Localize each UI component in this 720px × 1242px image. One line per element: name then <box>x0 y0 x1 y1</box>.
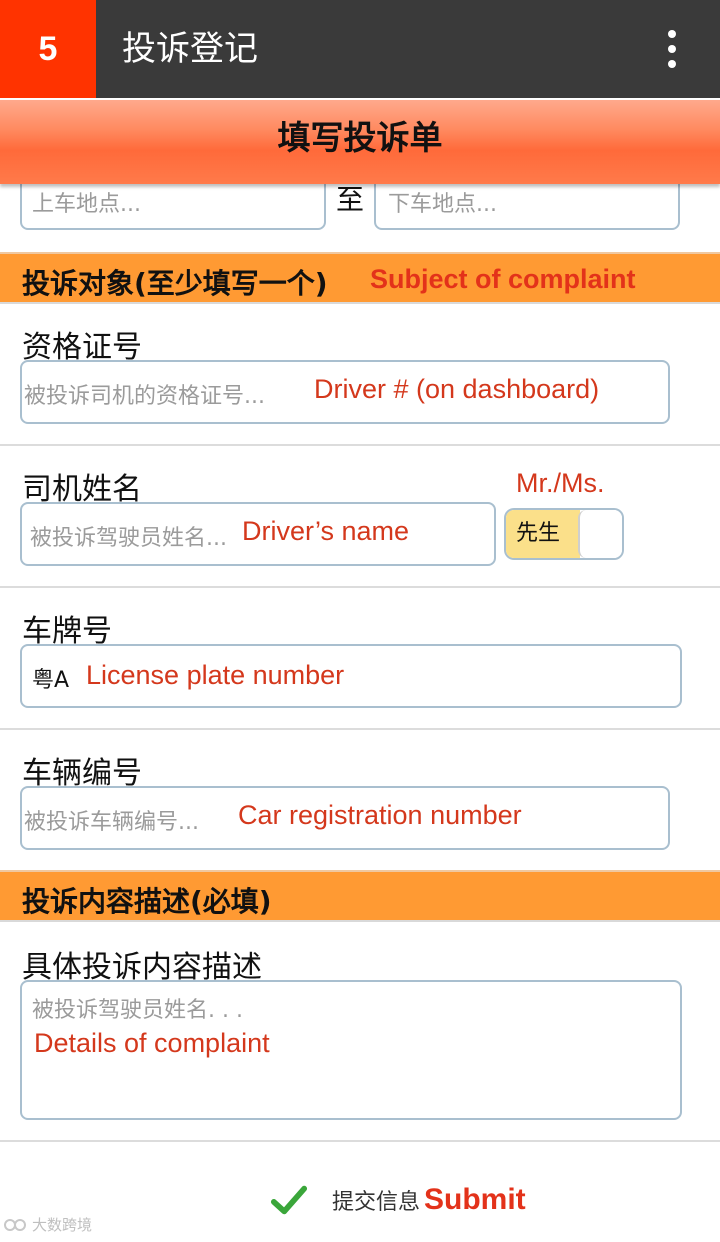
divider <box>0 728 720 730</box>
submit-label-en: Submit <box>424 1183 526 1216</box>
divider <box>0 586 720 588</box>
plate-input[interactable]: 粤A License plate number <box>20 644 682 708</box>
app-bar: 5 投诉登记 <box>0 0 720 98</box>
details-textarea[interactable]: 被投诉驾驶员姓名. . . Details of complaint <box>20 980 682 1120</box>
details-placeholder: 被投诉驾驶员姓名. . . <box>32 998 243 1023</box>
vehicle-number-placeholder: 被投诉车辆编号... <box>24 810 199 835</box>
qualification-input[interactable]: 被投诉司机的资格证号... Driver # (on dashboard) <box>20 360 670 424</box>
form-header: 填写投诉单 <box>0 100 720 184</box>
driver-name-placeholder: 被投诉驾驶员姓名... <box>30 526 227 551</box>
dropoff-location-placeholder: 下车地点... <box>388 192 497 217</box>
watermark-text: 大数跨境 <box>32 1216 93 1234</box>
section-subject-bar: 投诉对象(至少填写一个) Subject of complaint <box>0 252 720 304</box>
section-subject-title: 投诉对象(至少填写一个) <box>22 267 328 300</box>
vehicle-number-input[interactable]: 被投诉车辆编号... Car registration number <box>20 786 670 850</box>
divider <box>0 1140 720 1142</box>
gender-toggle-value: 先生 <box>506 510 580 558</box>
gender-toggle-knob[interactable] <box>578 510 622 558</box>
section-content-bar: 投诉内容描述(必填) <box>0 870 720 922</box>
gender-toggle[interactable]: 先生 <box>504 508 624 560</box>
plate-annotation: License plate number <box>86 660 345 690</box>
app-logo: 5 <box>0 0 96 98</box>
vehicle-number-annotation: Car registration number <box>238 800 522 830</box>
divider <box>0 444 720 446</box>
driver-name-input[interactable]: 被投诉驾驶员姓名... Driver’s name <box>20 502 496 566</box>
watermark: 大数跨境 <box>4 1214 92 1235</box>
plate-prefix: 粤A <box>32 668 70 693</box>
watermark-icon <box>4 1218 26 1231</box>
qualification-placeholder: 被投诉司机的资格证号... <box>24 384 265 409</box>
title-annotation: Mr./Ms. <box>516 468 605 498</box>
submit-label-zh: 提交信息 <box>332 1190 421 1215</box>
checkmark-icon <box>270 1185 308 1215</box>
more-vertical-icon[interactable] <box>650 24 694 74</box>
section-content-title: 投诉内容描述(必填) <box>22 885 272 918</box>
submit-button[interactable]: 提交信息 Submit <box>270 1176 526 1224</box>
page-title: 投诉登记 <box>122 29 258 69</box>
details-annotation: Details of complaint <box>34 1028 270 1058</box>
route-separator: 至 <box>336 183 365 216</box>
section-subject-annotation: Subject of complaint <box>370 264 636 294</box>
qualification-annotation: Driver # (on dashboard) <box>314 374 600 404</box>
driver-name-annotation: Driver’s name <box>242 516 410 546</box>
pickup-location-placeholder: 上车地点... <box>32 192 141 217</box>
